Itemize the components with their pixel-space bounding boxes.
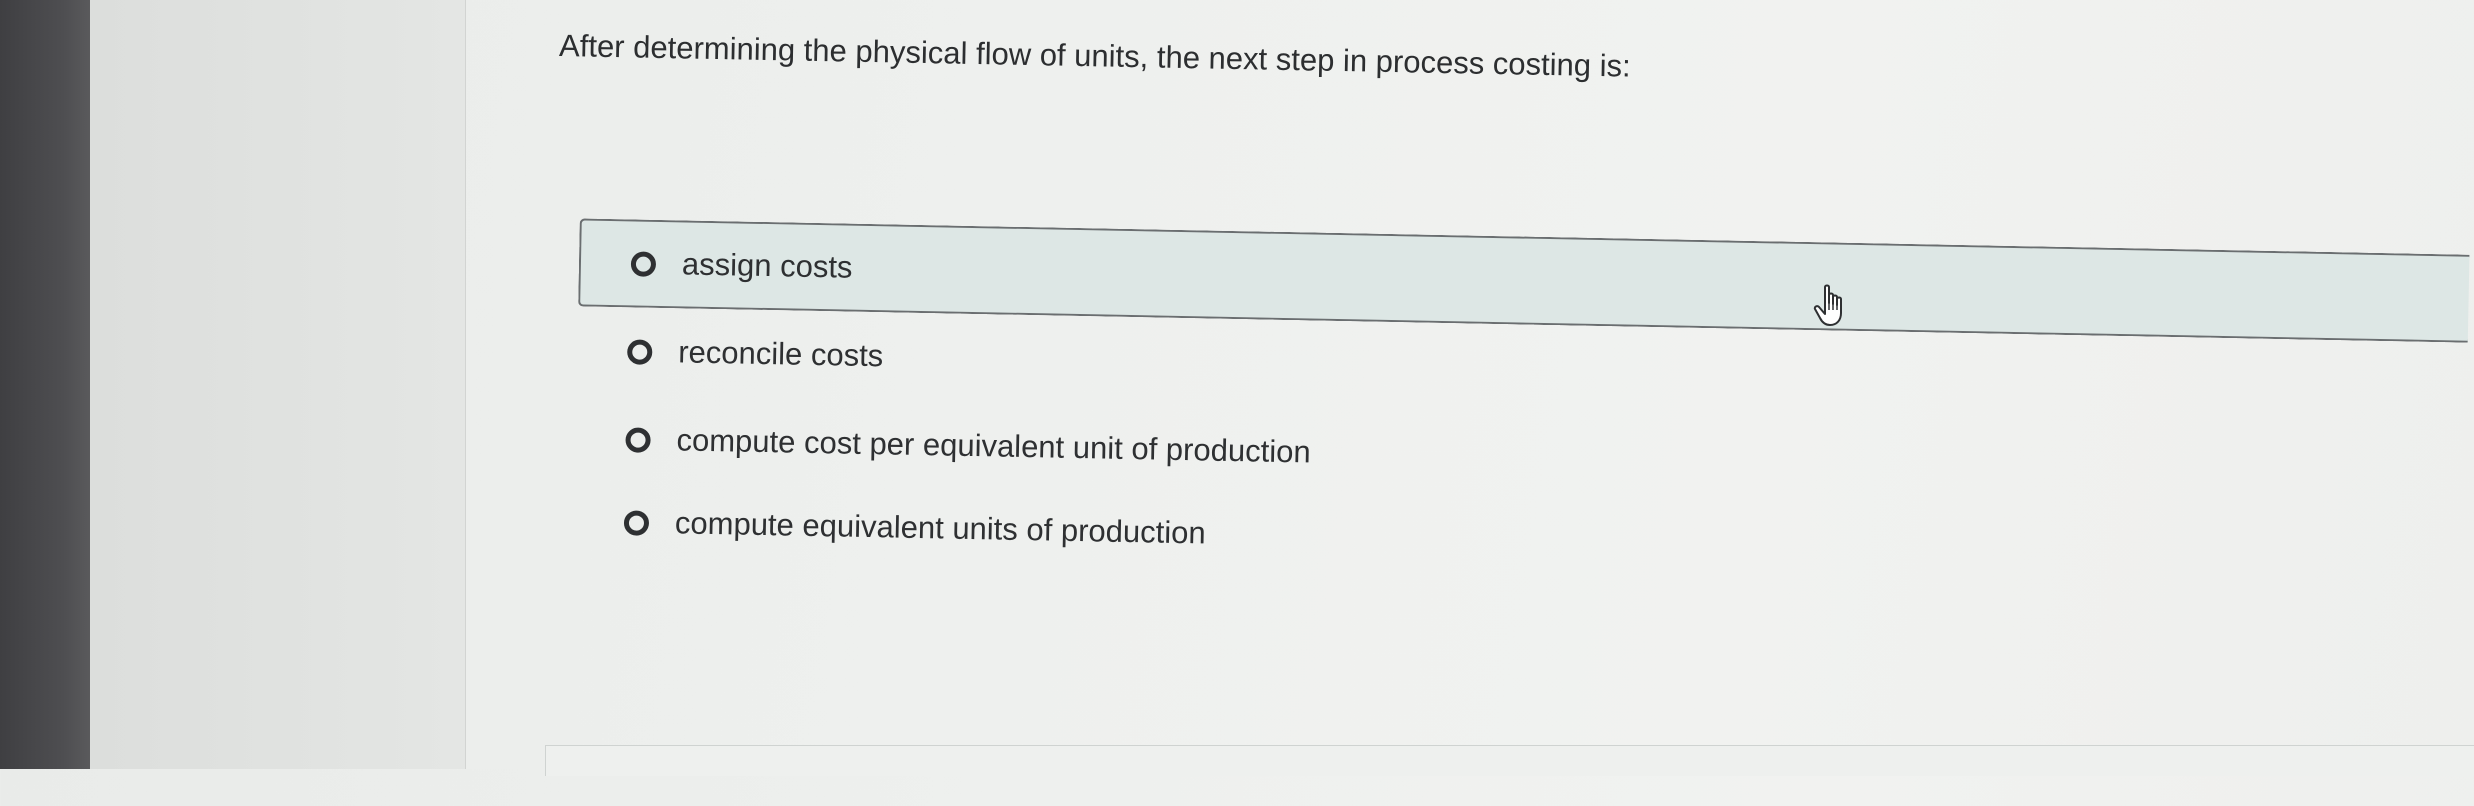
screen-bezel	[0, 0, 90, 769]
option-label: compute equivalent units of production	[674, 505, 1207, 551]
hand-pointer-icon	[1813, 284, 1842, 326]
question-text: After determining the physical flow of u…	[558, 27, 1632, 84]
option-label: compute cost per equivalent unit of prod…	[676, 422, 1311, 470]
radio-button-icon[interactable]	[623, 509, 650, 536]
option-label: assign costs	[681, 246, 853, 285]
option-label: reconcile costs	[677, 334, 884, 374]
radio-button-icon[interactable]	[627, 338, 653, 365]
next-panel-edge	[545, 745, 2474, 776]
question-area: After determining the physical flow of u…	[545, 0, 2473, 806]
left-panel	[90, 0, 465, 769]
radio-button-icon[interactable]	[625, 426, 651, 453]
panel-divider	[465, 0, 466, 769]
radio-button-icon[interactable]	[630, 250, 657, 277]
